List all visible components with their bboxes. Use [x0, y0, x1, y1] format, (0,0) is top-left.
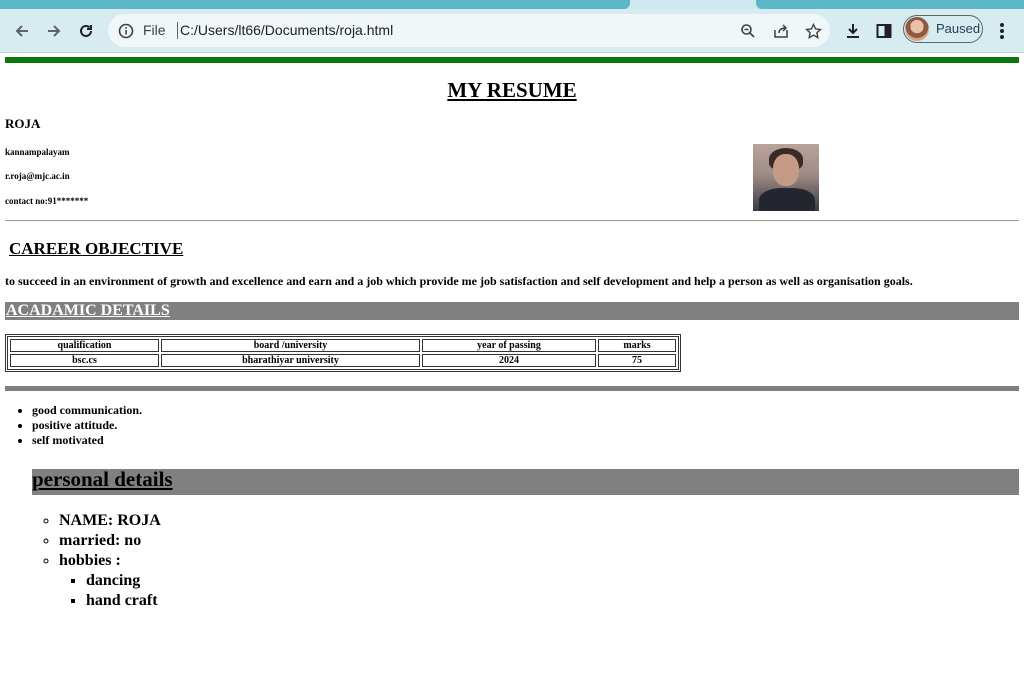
share-button[interactable]	[770, 20, 792, 42]
list-item: good communication.	[32, 403, 142, 418]
reload-icon	[80, 24, 92, 37]
personal-list: NAME: ROJA married: no hobbies : dancing…	[32, 511, 161, 611]
back-icon	[15, 25, 28, 37]
forward-icon	[48, 25, 61, 37]
table-header-row: qualification board /university year of …	[10, 339, 676, 352]
bookmark-button[interactable]	[802, 20, 824, 42]
header-cell: marks	[598, 339, 676, 352]
table-cell: 75	[598, 354, 676, 367]
zoom-button[interactable]	[737, 20, 759, 42]
header-cell: qualification	[10, 339, 159, 352]
divider-line	[5, 220, 1019, 221]
profile-button[interactable]: Paused	[903, 15, 983, 43]
share-icon	[774, 24, 788, 38]
personal-heading: personal details	[32, 467, 173, 491]
file-label: File	[143, 22, 166, 38]
list-item: dancing	[86, 571, 161, 591]
zoom-icon	[741, 24, 755, 38]
table-cell: 2024	[422, 354, 596, 367]
url-text[interactable]: C:/Users/lt66/Documents/roja.html	[180, 22, 393, 38]
location-text: kannampalayam	[5, 147, 70, 157]
table-cell: bharathiyar university	[161, 354, 420, 367]
skills-list: good communication. positive attitude. s…	[0, 403, 142, 448]
page-content: MY RESUME ROJA kannampalayam r.roja@mjc.…	[0, 53, 1024, 699]
menu-button[interactable]	[989, 18, 1015, 44]
hobbies-list: dancing hand craft	[59, 571, 161, 611]
academic-table: qualification board /university year of …	[5, 334, 681, 372]
download-icon	[847, 24, 859, 38]
photo-body	[759, 188, 815, 211]
divider	[177, 22, 178, 39]
side-panel-button[interactable]	[871, 18, 897, 44]
inactive-tab[interactable]	[756, 0, 1024, 9]
photo-face	[773, 154, 799, 186]
address-bar[interactable]: File C:/Users/lt66/Documents/roja.html	[108, 14, 830, 47]
forward-button[interactable]	[41, 18, 67, 44]
browser-toolbar: File C:/Users/lt66/Documents/roja.html P…	[0, 9, 1024, 53]
site-info-button[interactable]	[115, 20, 137, 42]
list-item: married: no	[59, 531, 161, 551]
profile-photo	[753, 144, 819, 211]
back-button[interactable]	[9, 18, 35, 44]
list-item: self motivated	[32, 433, 142, 448]
hobbies-label: hobbies :	[59, 552, 121, 569]
objective-text: to succeed in an environment of growth a…	[5, 274, 913, 288]
profile-status: Paused	[936, 21, 981, 36]
list-item: hobbies : dancing hand craft	[59, 551, 161, 611]
green-bar	[5, 57, 1019, 63]
info-icon	[118, 23, 134, 39]
contact-text: contact no:91*******	[5, 196, 89, 206]
list-item: positive attitude.	[32, 418, 142, 433]
sidebar-icon	[876, 24, 892, 38]
table-row: bsc.cs bharathiyar university 2024 75	[10, 354, 676, 367]
personal-band	[32, 469, 1019, 495]
active-tab[interactable]	[0, 0, 630, 9]
menu-icon	[1000, 23, 1004, 39]
thick-divider	[5, 386, 1019, 391]
table-cell: bsc.cs	[10, 354, 159, 367]
resume-name: ROJA	[5, 116, 41, 131]
email-text: r.roja@mjc.ac.in	[5, 171, 70, 181]
avatar	[905, 17, 929, 41]
career-heading: CAREER OBJECTIVE	[9, 239, 184, 258]
list-item: NAME: ROJA	[59, 511, 161, 531]
list-item: hand craft	[86, 591, 161, 611]
header-cell: year of passing	[422, 339, 596, 352]
academic-heading: ACADAMIC DETAILS	[6, 302, 170, 319]
tab-strip	[0, 0, 1024, 9]
reload-button[interactable]	[73, 18, 99, 44]
star-icon	[804, 22, 822, 39]
page-title: MY RESUME	[447, 78, 577, 102]
header-cell: board /university	[161, 339, 420, 352]
downloads-button[interactable]	[840, 18, 866, 44]
